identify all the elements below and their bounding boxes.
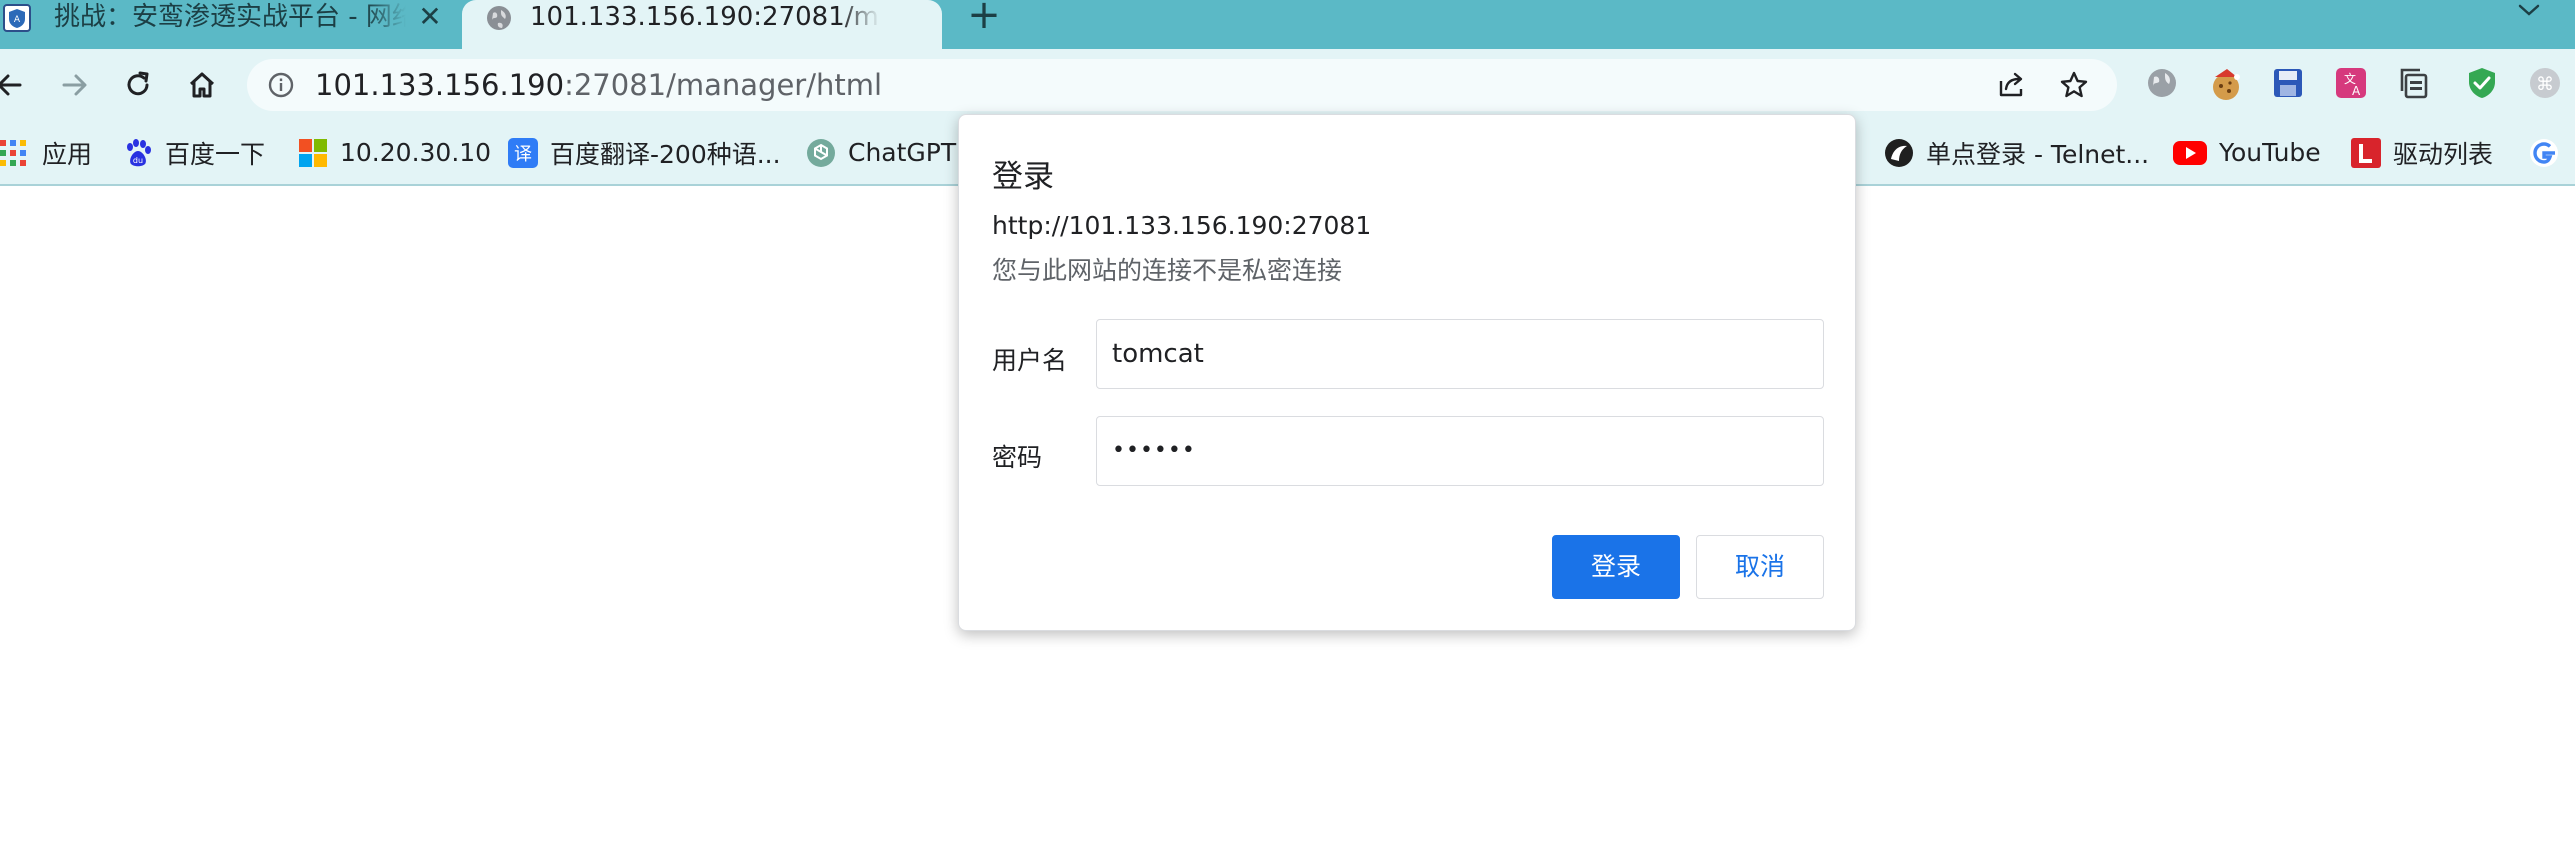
tab-copy-extension-icon[interactable] <box>2396 65 2436 105</box>
bookmark-driver-list[interactable]: 驱动列表 <box>2351 121 2493 184</box>
tab-manager[interactable]: 101.133.156.190:27081/manager/html ✕ <box>462 0 942 49</box>
save-extension-icon[interactable] <box>2270 65 2310 105</box>
site-info-icon[interactable] <box>267 71 295 103</box>
home-icon <box>189 72 215 98</box>
dialog-title: 登录 <box>992 159 1054 195</box>
reload-button[interactable] <box>116 63 160 107</box>
username-field[interactable]: tomcat <box>1096 319 1824 389</box>
address-bar[interactable]: 101.133.156.190:27081/manager/html <box>247 59 2117 111</box>
new-tab-button[interactable]: + <box>966 0 1002 35</box>
tab-anluan[interactable]: A 挑战：安鸾渗透实战平台 - 网络安 ✕ <box>0 0 455 49</box>
telnet-icon <box>1884 138 1914 168</box>
globe-favicon-icon <box>484 3 514 37</box>
shield-check-extension-icon[interactable] <box>2464 65 2504 105</box>
youtube-icon <box>2173 140 2207 166</box>
baidu-paw-icon: du <box>123 138 153 168</box>
cancel-button[interactable]: 取消 <box>1696 535 1824 599</box>
url-text[interactable]: 101.133.156.190:27081/manager/html <box>315 59 882 111</box>
password-label: 密码 <box>992 443 1043 472</box>
bookmark-label: 百度一下 <box>165 139 266 169</box>
tab-strip: A 挑战：安鸾渗透实战平台 - 网络安 ✕ 101.133.156.190:27… <box>0 0 2575 49</box>
svg-text:⌘: ⌘ <box>2536 74 2554 95</box>
bookmark-10-20-30-10[interactable]: 10.20.30.10 <box>298 121 491 184</box>
svg-text:A: A <box>2352 84 2361 98</box>
share-icon[interactable] <box>1997 71 2027 103</box>
sign-in-dialog: 登录 http://101.133.156.190:27081 您与此网站的连接… <box>958 114 1856 631</box>
bookmark-label: 百度翻译-200种语... <box>550 139 781 169</box>
windows-logo-icon <box>298 138 328 168</box>
bookmark-label: ChatGPT <box>848 138 957 167</box>
svg-text:A: A <box>14 15 21 25</box>
bookmark-baidu-translate[interactable]: 译 百度翻译-200种语... <box>508 121 781 184</box>
dialog-origin: http://101.133.156.190:27081 <box>992 211 1372 240</box>
forward-arrow-icon <box>62 74 87 96</box>
svg-text:du: du <box>133 156 143 165</box>
cookie-extension-icon[interactable] <box>2207 65 2247 105</box>
password-field[interactable]: •••••• <box>1096 416 1824 486</box>
browser-toolbar: 101.133.156.190:27081/manager/html 文A ⌘ <box>0 49 2575 121</box>
login-button[interactable]: 登录 <box>1552 535 1680 599</box>
bookmark-label: YouTube <box>2219 138 2321 167</box>
tab-close-icon[interactable]: ✕ <box>415 0 445 34</box>
bookmark-baidu[interactable]: du 百度一下 <box>123 121 265 184</box>
l-logo-icon <box>2351 137 2381 168</box>
home-button[interactable] <box>180 63 224 107</box>
connection-warning: 您与此网站的连接不是私密连接 <box>992 256 1343 285</box>
globe-extension-icon[interactable] <box>2144 65 2184 105</box>
translate-extension-icon[interactable]: 文A <box>2333 65 2373 105</box>
back-arrow-icon <box>0 74 22 96</box>
chatgpt-icon <box>806 138 836 168</box>
bookmark-label: 驱动列表 <box>2393 139 2494 169</box>
bookmark-label: 应用 <box>42 139 93 169</box>
google-logo-icon <box>2529 138 2559 168</box>
bookmark-apps[interactable]: 应用 <box>0 121 92 184</box>
bookmark-label: 单点登录 - Telnet... <box>1926 139 2150 169</box>
bookmark-label: 10.20.30.10 <box>340 138 492 167</box>
bookmark-google[interactable] <box>2529 121 2571 184</box>
tab-title: 101.133.156.190:27081/manager/html <box>530 2 880 32</box>
translate-icon: 译 <box>508 137 538 168</box>
svg-text:译: 译 <box>514 144 532 165</box>
cmd-extension-icon[interactable]: ⌘ <box>2527 65 2567 105</box>
bookmark-telnet-sso[interactable]: 单点登录 - Telnet... <box>1884 121 2149 184</box>
bookmark-youtube[interactable]: YouTube <box>2173 121 2321 184</box>
tab-search-chevron-icon[interactable] <box>2514 0 2544 24</box>
shield-favicon-icon: A <box>2 3 32 37</box>
username-label: 用户名 <box>992 346 1068 375</box>
reload-icon <box>127 71 149 96</box>
forward-button[interactable] <box>52 63 96 107</box>
bookmark-chatgpt[interactable]: ChatGPT <box>806 121 956 184</box>
bookmark-star-icon[interactable] <box>2059 70 2089 104</box>
back-button[interactable] <box>0 63 32 107</box>
apps-grid-icon <box>0 138 30 168</box>
tab-title: 挑战：安鸾渗透实战平台 - 网络安 <box>54 2 406 32</box>
